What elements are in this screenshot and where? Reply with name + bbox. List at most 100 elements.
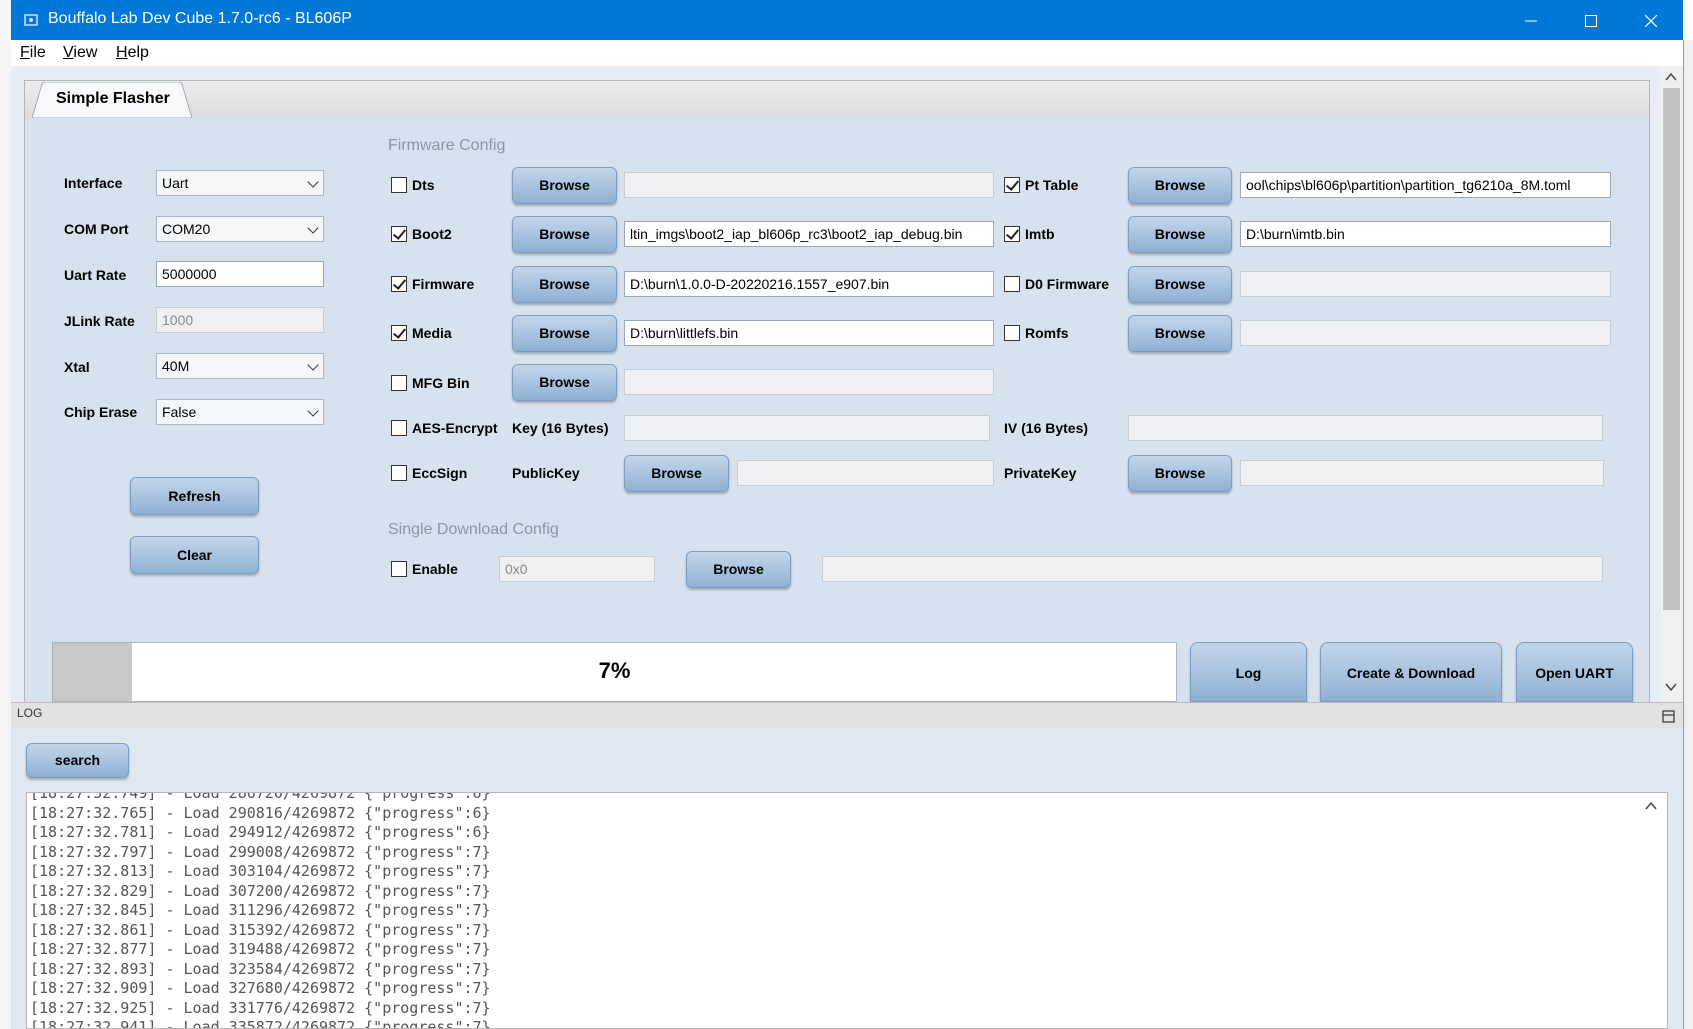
imtb-checkbox[interactable] — [1004, 226, 1020, 242]
uart-rate-label: Uart Rate — [64, 267, 127, 283]
xtal-select[interactable]: 40M — [156, 353, 324, 379]
firmware-browse-button[interactable]: Browse — [512, 266, 617, 303]
create-download-button[interactable]: Create & Download — [1320, 642, 1502, 702]
mfg-bin-checkbox[interactable] — [391, 375, 407, 391]
menu-bar: File View Help — [11, 40, 1683, 66]
interface-label: Interface — [64, 175, 123, 191]
log-line: [18:27:32.781] - Load 294912/4269872 {"p… — [30, 823, 491, 841]
minimize-icon[interactable] — [1501, 0, 1561, 40]
dts-browse-button[interactable]: Browse — [512, 167, 617, 204]
imtb-label: Imtb — [1025, 226, 1055, 242]
log-line: [18:27:32.845] - Load 311296/4269872 {"p… — [30, 901, 491, 919]
pt-table-checkbox[interactable] — [1004, 177, 1020, 193]
log-scroll-up-icon[interactable] — [1644, 799, 1658, 813]
boot2-browse-button[interactable]: Browse — [512, 216, 617, 253]
tab-strip — [24, 80, 1650, 120]
boot2-path-input[interactable]: ltin_imgs\boot2_iap_bl606p_rc3\boot2_iap… — [624, 221, 994, 247]
scroll-down-icon[interactable] — [1664, 680, 1678, 694]
single-download-address-input[interactable]: 0x0 — [499, 556, 655, 582]
d0-firmware-checkbox[interactable] — [1004, 276, 1020, 292]
dts-checkbox[interactable] — [391, 177, 407, 193]
romfs-path-input[interactable] — [1240, 320, 1611, 346]
mfg-bin-path-input[interactable] — [624, 369, 994, 395]
mfg-bin-label: MFG Bin — [412, 375, 470, 391]
eccsign-label: EccSign — [412, 465, 468, 481]
romfs-browse-button[interactable]: Browse — [1128, 315, 1232, 352]
aes-iv-input[interactable] — [1128, 415, 1603, 441]
pt-table-path-input[interactable]: ool\chips\bl606p\partition\partition_tg6… — [1240, 172, 1611, 198]
menu-help[interactable]: Help — [116, 44, 149, 62]
main-scrollbar-thumb[interactable] — [1663, 88, 1680, 610]
log-line: [18:27:32.877] - Load 319488/4269872 {"p… — [30, 940, 491, 958]
log-line: [18:27:32.941] - Load 335872/4269872 {"p… — [30, 1018, 491, 1029]
menu-file[interactable]: File — [20, 44, 46, 62]
enable-checkbox[interactable] — [391, 561, 407, 577]
aes-iv-label: IV (16 Bytes) — [1004, 420, 1089, 436]
com-port-value: COM20 — [162, 221, 211, 237]
mfg-bin-browse-button[interactable]: Browse — [512, 364, 617, 401]
single-download-title: Single Download Config — [388, 521, 559, 538]
window-title: Bouffalo Lab Dev Cube 1.7.0-rc6 - BL606P — [48, 10, 352, 27]
scroll-up-icon[interactable] — [1664, 70, 1678, 84]
app-icon — [24, 14, 38, 26]
aes-encrypt-checkbox[interactable] — [391, 420, 407, 436]
chip-erase-select[interactable]: False — [156, 399, 324, 425]
menu-view[interactable]: View — [63, 44, 97, 62]
interface-value: Uart — [162, 175, 189, 191]
romfs-label: Romfs — [1025, 325, 1069, 341]
public-key-browse-button[interactable]: Browse — [624, 455, 729, 492]
d0-firmware-browse-button[interactable]: Browse — [1128, 266, 1232, 303]
single-download-browse-button[interactable]: Browse — [686, 551, 791, 588]
maximize-icon[interactable] — [1561, 0, 1621, 40]
clear-button[interactable]: Clear — [130, 536, 259, 574]
pt-table-browse-button[interactable]: Browse — [1128, 167, 1232, 204]
aes-key-input[interactable] — [624, 415, 990, 441]
title-bar[interactable]: Bouffalo Lab Dev Cube 1.7.0-rc6 - BL606P — [11, 0, 1683, 40]
dts-path-input[interactable] — [624, 172, 994, 198]
background-window-edge-right — [1683, 40, 1693, 1029]
restore-panel-icon[interactable] — [1662, 710, 1675, 723]
private-key-input[interactable] — [1240, 460, 1604, 486]
close-icon[interactable] — [1621, 0, 1681, 40]
open-uart-button[interactable]: Open UART — [1516, 642, 1633, 702]
public-key-input[interactable] — [737, 460, 994, 486]
chevron-down-icon — [307, 405, 319, 417]
private-key-label: PrivateKey — [1004, 465, 1077, 481]
d0-firmware-path-input[interactable] — [1240, 271, 1611, 297]
imtb-path-input[interactable]: D:\burn\imtb.bin — [1240, 221, 1611, 247]
com-port-select[interactable]: COM20 — [156, 216, 324, 242]
eccsign-checkbox[interactable] — [391, 465, 407, 481]
firmware-config-title: Firmware Config — [388, 137, 506, 154]
single-download-path-input[interactable] — [822, 556, 1603, 582]
log-line: [18:27:32.861] - Load 315392/4269872 {"p… — [30, 921, 491, 939]
media-checkbox[interactable] — [391, 325, 407, 341]
log-line: [18:27:32.893] - Load 323584/4269872 {"p… — [30, 960, 491, 978]
search-button[interactable]: search — [26, 743, 129, 778]
log-line: [18:27:32.813] - Load 303104/4269872 {"p… — [30, 862, 491, 880]
log-line: [18:27:32.925] - Load 331776/4269872 {"p… — [30, 999, 491, 1017]
romfs-checkbox[interactable] — [1004, 325, 1020, 341]
boot2-checkbox[interactable] — [391, 226, 407, 242]
private-key-browse-button[interactable]: Browse — [1128, 455, 1232, 492]
aes-key-label: Key (16 Bytes) — [512, 420, 609, 436]
uart-rate-input[interactable]: 5000000 — [156, 261, 324, 287]
interface-select[interactable]: Uart — [156, 170, 324, 196]
media-path-input[interactable]: D:\burn\littlefs.bin — [624, 320, 994, 346]
log-panel-title: LOG — [17, 706, 43, 720]
log-output[interactable]: [18:27:32.749] - Load 286720/4269872 {"p… — [26, 792, 1668, 1029]
chevron-down-icon — [307, 176, 319, 188]
aes-encrypt-label: AES-Encrypt — [412, 420, 498, 436]
com-port-label: COM Port — [64, 221, 129, 237]
dts-label: Dts — [412, 177, 435, 193]
firmware-checkbox[interactable] — [391, 276, 407, 292]
chip-erase-label: Chip Erase — [64, 404, 138, 420]
tab-label: Simple Flasher — [56, 90, 170, 107]
log-button[interactable]: Log — [1190, 642, 1307, 702]
progress-text: 7% — [598, 658, 631, 683]
media-browse-button[interactable]: Browse — [512, 315, 617, 352]
imtb-browse-button[interactable]: Browse — [1128, 216, 1232, 253]
firmware-path-input[interactable]: D:\burn\1.0.0-D-20220216.1557_e907.bin — [624, 271, 994, 297]
refresh-button[interactable]: Refresh — [130, 477, 259, 515]
log-panel-header — [11, 702, 1683, 730]
jlink-rate-input[interactable]: 1000 — [156, 307, 324, 333]
